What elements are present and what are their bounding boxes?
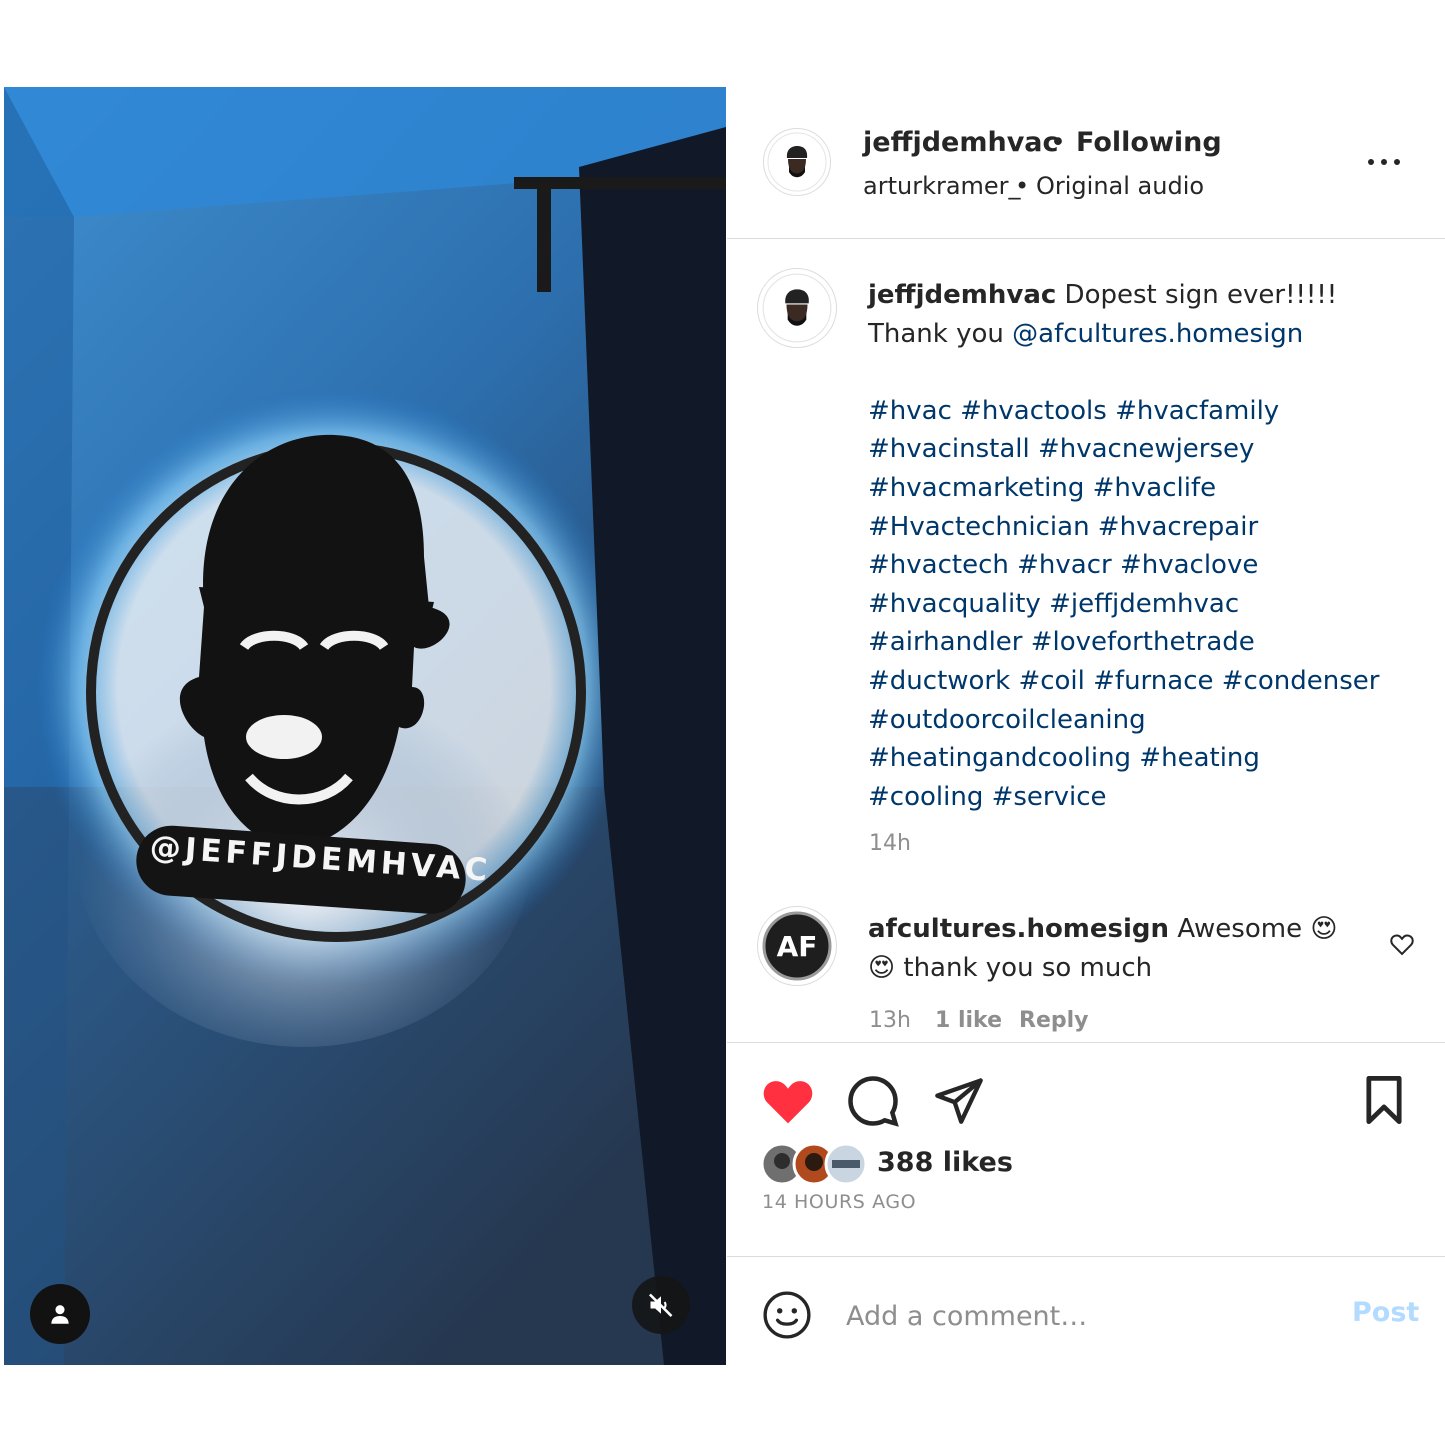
header-separator: • xyxy=(1050,127,1066,158)
author-avatar[interactable] xyxy=(763,128,831,196)
heart-filled-icon xyxy=(763,1081,813,1124)
comment-line-2: 😍 thank you so much xyxy=(868,953,1152,983)
post-time-ago[interactable]: 14 HOURS AGO xyxy=(762,1191,916,1213)
comment-like-button[interactable] xyxy=(1388,930,1416,958)
caption-text: Dopest sign ever!!!!! xyxy=(1064,280,1338,310)
caption-timestamp[interactable]: 14h xyxy=(869,831,911,856)
like-button[interactable] xyxy=(760,1074,816,1126)
mute-button[interactable] xyxy=(632,1276,690,1334)
af-logo-icon: AF xyxy=(762,911,832,981)
audio-username[interactable]: arturkramer_ xyxy=(863,172,1021,200)
add-comment-input[interactable] xyxy=(844,1292,1328,1340)
person-icon xyxy=(51,1305,69,1324)
post-comment-button[interactable]: Post xyxy=(1352,1297,1419,1328)
commenter-avatar[interactable]: AF xyxy=(757,906,837,986)
share-button[interactable] xyxy=(932,1074,986,1126)
save-button[interactable] xyxy=(1360,1074,1408,1126)
more-options-button[interactable] xyxy=(1364,150,1404,174)
liker-avatars[interactable] xyxy=(760,1142,872,1186)
caption-hashtags[interactable]: #hvacmarketing #hvaclife xyxy=(868,469,1408,508)
commenter-username[interactable]: afcultures.homesign xyxy=(868,914,1169,944)
caption-hashtags[interactable]: #cooling #service xyxy=(868,778,1408,817)
speaker-muted-icon xyxy=(649,1293,673,1317)
audio-title[interactable]: Original audio xyxy=(1036,172,1204,200)
comment-likes[interactable]: 1 like xyxy=(935,1008,1002,1033)
comment-reply-button[interactable]: Reply xyxy=(1019,1008,1089,1033)
face-logo-icon xyxy=(762,273,832,343)
comment-text: Awesome xyxy=(1177,914,1303,944)
author-username[interactable]: jeffjdemhvac xyxy=(863,127,1059,158)
likes-count[interactable]: 388 likes xyxy=(877,1147,1013,1178)
caption-hashtags[interactable]: #airhandler #loveforthetrade xyxy=(868,623,1408,662)
caption-thank-text: Thank you xyxy=(868,318,1013,349)
caption-hashtags[interactable]: #Hvactechnician #hvacrepair xyxy=(868,508,1408,547)
send-icon xyxy=(935,1078,983,1124)
caption-hashtags[interactable]: #hvactech #hvacr #hvaclove xyxy=(868,546,1408,585)
audio-separator: • xyxy=(1015,172,1030,200)
add-comment-divider xyxy=(727,1256,1445,1257)
caption-hashtags[interactable]: #outdoorcoilcleaning xyxy=(868,701,1408,740)
svg-text:AF: AF xyxy=(777,930,818,963)
comment-text-continued: thank you so much xyxy=(903,953,1153,983)
caption-hashtags[interactable]: #hvacinstall #hvacnewjersey xyxy=(868,430,1408,469)
emoji-picker-button[interactable] xyxy=(762,1290,812,1340)
caption-hashtags[interactable]: #hvac #hvactools #hvacfamily xyxy=(868,392,1408,431)
comment-line-1: afcultures.homesign Awesome 😍 xyxy=(868,914,1337,944)
comment-icon xyxy=(848,1076,899,1127)
comments-divider xyxy=(727,1042,1445,1043)
caption-hashtags[interactable]: #heatingandcooling #heating xyxy=(868,739,1408,778)
following-button[interactable]: Following xyxy=(1076,127,1222,158)
media-image xyxy=(4,87,726,1365)
comment-button[interactable] xyxy=(846,1074,900,1128)
heart-outline-icon xyxy=(1390,934,1414,956)
heart-eyes-emoji: 😍 xyxy=(868,953,896,983)
heart-eyes-emoji: 😍 xyxy=(1310,914,1338,944)
smiley-icon xyxy=(763,1291,811,1339)
caption-avatar[interactable] xyxy=(757,268,837,348)
header-divider xyxy=(727,238,1445,239)
more-horizontal-icon xyxy=(1368,159,1400,165)
caption-mention[interactable]: @afcultures.homesign xyxy=(1012,319,1303,349)
face-logo-icon xyxy=(767,132,827,192)
post-media[interactable]: @JEFFJDEMHVAC xyxy=(4,87,726,1365)
post-caption: jeffjdemhvac Dopest sign ever!!!!! Thank… xyxy=(868,276,1408,816)
caption-username[interactable]: jeffjdemhvac xyxy=(868,280,1056,310)
comment-timestamp[interactable]: 13h xyxy=(869,1008,911,1033)
caption-hashtags[interactable]: #ductwork #coil #furnace #condenser xyxy=(868,662,1408,701)
user-tag-button[interactable] xyxy=(30,1284,90,1344)
liker-avatar-stack xyxy=(760,1142,868,1186)
bookmark-icon xyxy=(1366,1075,1402,1125)
caption-hashtags[interactable]: #hvacquality #jeffjdemhvac xyxy=(868,585,1408,624)
